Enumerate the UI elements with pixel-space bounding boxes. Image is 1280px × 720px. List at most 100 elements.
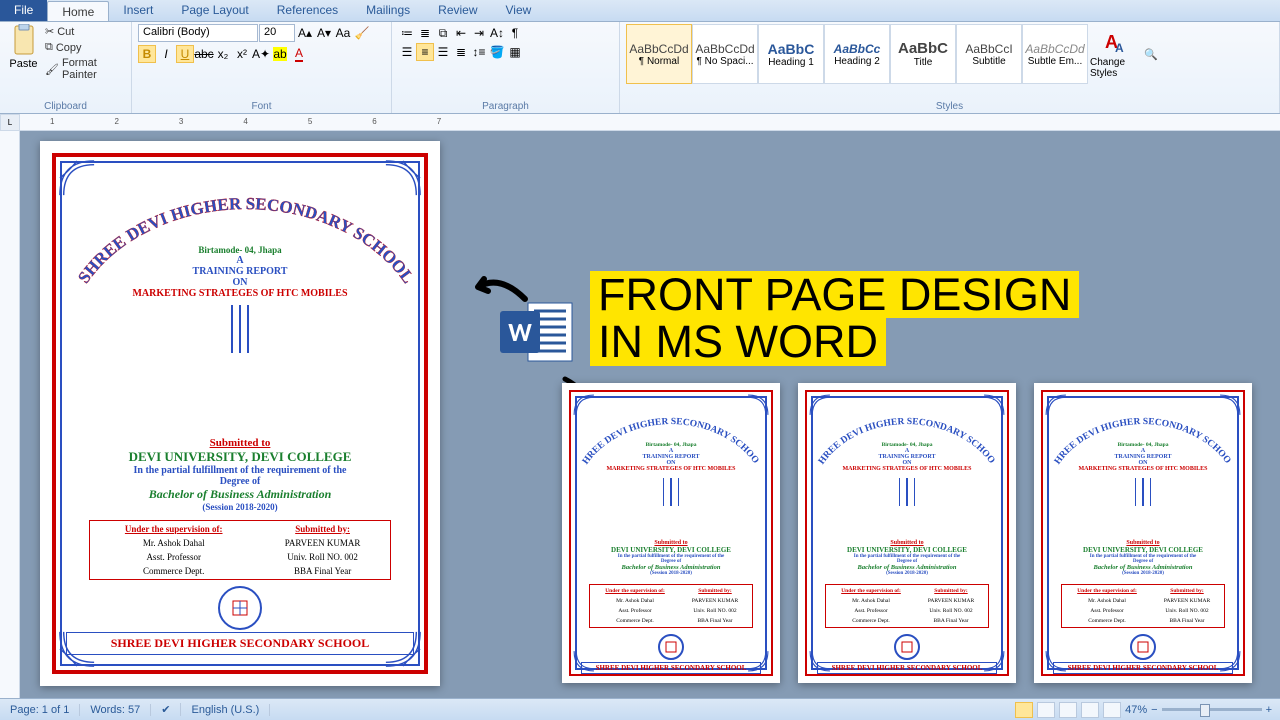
paste-button[interactable]: Paste bbox=[6, 24, 41, 82]
style-normal[interactable]: AaBbCcDd¶ Normal bbox=[626, 24, 692, 84]
document-canvas[interactable]: SHREE DEVI HIGHER SECONDARY SCHOOL Birta… bbox=[20, 131, 1280, 698]
tab-page-layout[interactable]: Page Layout bbox=[167, 0, 262, 21]
style-heading-1[interactable]: AaBbCHeading 1 bbox=[758, 24, 824, 84]
style-heading-2[interactable]: AaBbCcHeading 2 bbox=[824, 24, 890, 84]
line-spacing-button[interactable]: ↕≡ bbox=[470, 43, 488, 61]
ribbon: Paste ✂Cut ⧉Copy 🖌Format Painter Clipboa… bbox=[0, 22, 1280, 114]
subscript-button[interactable]: x₂ bbox=[214, 45, 232, 63]
view-outline-button[interactable] bbox=[1081, 702, 1099, 718]
style-subtle-emphasis[interactable]: AaBbCcDdSubtle Em... bbox=[1022, 24, 1088, 84]
align-left-button[interactable]: ☰ bbox=[398, 43, 416, 61]
status-words[interactable]: Words: 57 bbox=[80, 704, 151, 716]
zoom-out-button[interactable]: − bbox=[1151, 704, 1157, 716]
school-logo-icon bbox=[218, 586, 262, 630]
view-draft-button[interactable] bbox=[1103, 702, 1121, 718]
view-print-layout-button[interactable] bbox=[1015, 702, 1033, 718]
status-proofing[interactable]: ✔ bbox=[151, 703, 181, 716]
tab-insert[interactable]: Insert bbox=[109, 0, 167, 21]
ribbon-tabs: File Home Insert Page Layout References … bbox=[0, 0, 1280, 22]
group-paragraph: ≔ ≣ ⧉ ⇤ ⇥ A↕ ¶ ☰ ≡ ☰ ≣ ↕≡ 🪣 ▦ Paragraph bbox=[392, 22, 620, 113]
increase-indent-button[interactable]: ⇥ bbox=[470, 24, 488, 42]
font-color-button[interactable]: A bbox=[290, 45, 308, 63]
shrink-font-button[interactable]: A▾ bbox=[315, 24, 333, 42]
horizontal-ruler[interactable]: 1234567 bbox=[20, 114, 1280, 131]
group-font-label: Font bbox=[138, 99, 385, 113]
zoom-in-button[interactable]: + bbox=[1266, 704, 1272, 716]
doc-session: (Session 2018-2020) bbox=[56, 502, 424, 512]
grow-font-button[interactable]: A▴ bbox=[296, 24, 314, 42]
copy-button[interactable]: ⧉Copy bbox=[43, 40, 125, 55]
status-page[interactable]: Page: 1 of 1 bbox=[0, 704, 80, 716]
show-marks-button[interactable]: ¶ bbox=[506, 24, 524, 42]
bullets-button[interactable]: ≔ bbox=[398, 24, 416, 42]
clipboard-icon bbox=[10, 24, 38, 58]
thumbnail-3: SHREE DEVI HIGHER SECONDARY SCHOOL Birta… bbox=[1034, 383, 1252, 683]
font-family-select[interactable]: Calibri (Body) bbox=[138, 24, 258, 42]
borders-button[interactable]: ▦ bbox=[506, 43, 524, 61]
highlight-button[interactable]: ab bbox=[271, 45, 289, 63]
doc-bba: Bachelor of Business Administration bbox=[56, 487, 424, 502]
group-styles-label: Styles bbox=[626, 99, 1273, 113]
multilevel-list-button[interactable]: ⧉ bbox=[434, 24, 452, 42]
status-language[interactable]: English (U.S.) bbox=[181, 704, 270, 716]
change-case-button[interactable]: Aa bbox=[334, 24, 352, 42]
bold-button[interactable]: B bbox=[138, 45, 156, 63]
document-page[interactable]: SHREE DEVI HIGHER SECONDARY SCHOOL Birta… bbox=[40, 141, 440, 686]
find-replace-group[interactable]: 🔍 bbox=[1144, 24, 1172, 84]
tab-home[interactable]: Home bbox=[47, 1, 109, 21]
tab-review[interactable]: Review bbox=[424, 0, 491, 21]
zoom-slider[interactable] bbox=[1162, 708, 1262, 711]
doc-university: DEVI UNIVERSITY, DEVI COLLEGE bbox=[56, 449, 424, 465]
align-center-button[interactable]: ≡ bbox=[416, 43, 434, 61]
view-web-layout-button[interactable] bbox=[1059, 702, 1077, 718]
overlay-headline: FRONT PAGE DESIGN IN MS WORD bbox=[590, 271, 1079, 366]
italic-button[interactable]: I bbox=[157, 45, 175, 63]
ruler-corner: L bbox=[0, 114, 20, 131]
clear-formatting-button[interactable]: 🧹 bbox=[353, 24, 371, 42]
sort-button[interactable]: A↕ bbox=[488, 24, 506, 42]
underline-button[interactable]: U bbox=[176, 45, 194, 63]
tab-mailings[interactable]: Mailings bbox=[352, 0, 424, 21]
change-styles-button[interactable]: AA Change Styles bbox=[1090, 24, 1142, 84]
doc-on: ON bbox=[56, 277, 424, 288]
doc-degree: Degree of bbox=[56, 476, 424, 487]
group-font: Calibri (Body) 20 A▴ A▾ Aa 🧹 B I U abc x… bbox=[132, 22, 392, 113]
format-painter-button[interactable]: 🖌Format Painter bbox=[43, 56, 125, 82]
font-size-select[interactable]: 20 bbox=[259, 24, 295, 42]
numbering-button[interactable]: ≣ bbox=[416, 24, 434, 42]
group-styles: AaBbCcDd¶ Normal AaBbCcDd¶ No Spaci... A… bbox=[620, 22, 1280, 113]
status-zoom[interactable]: 47% bbox=[1125, 704, 1147, 716]
doc-marketing: MARKETING STRATEGES OF HTC MOBILES bbox=[56, 288, 424, 299]
paste-label: Paste bbox=[9, 58, 37, 70]
doc-training: TRAINING REPORT bbox=[56, 266, 424, 277]
thumbnail-1: SHREE DEVI HIGHER SECONDARY SCHOOL Birta… bbox=[562, 383, 780, 683]
style-title[interactable]: AaBbCTitle bbox=[890, 24, 956, 84]
align-right-button[interactable]: ☰ bbox=[434, 43, 452, 61]
supervision-table: Under the supervision of:Submitted by: M… bbox=[89, 520, 391, 580]
vertical-lines-icon bbox=[56, 305, 424, 353]
style-no-spacing[interactable]: AaBbCcDd¶ No Spaci... bbox=[692, 24, 758, 84]
styles-gallery[interactable]: AaBbCcDd¶ Normal AaBbCcDd¶ No Spaci... A… bbox=[626, 24, 1088, 84]
tab-view[interactable]: View bbox=[492, 0, 546, 21]
status-bar: Page: 1 of 1 Words: 57 ✔ English (U.S.) … bbox=[0, 698, 1280, 720]
tab-references[interactable]: References bbox=[263, 0, 352, 21]
style-subtitle[interactable]: AaBbCcISubtitle bbox=[956, 24, 1022, 84]
group-clipboard: Paste ✂Cut ⧉Copy 🖌Format Painter Clipboa… bbox=[0, 22, 132, 113]
scissors-icon: ✂ bbox=[45, 25, 54, 38]
strikethrough-button[interactable]: abc bbox=[195, 45, 213, 63]
thumbnail-2: SHREE DEVI HIGHER SECONDARY SCHOOL Birta… bbox=[798, 383, 1016, 683]
group-paragraph-label: Paragraph bbox=[398, 99, 613, 113]
brush-icon: 🖌 bbox=[45, 63, 59, 76]
doc-submitted: Submitted to bbox=[56, 437, 424, 449]
copy-icon: ⧉ bbox=[45, 41, 53, 54]
text-effects-button[interactable]: A✦ bbox=[252, 45, 270, 63]
cut-button[interactable]: ✂Cut bbox=[43, 24, 125, 39]
shading-button[interactable]: 🪣 bbox=[488, 43, 506, 61]
decrease-indent-button[interactable]: ⇤ bbox=[452, 24, 470, 42]
vertical-ruler[interactable] bbox=[0, 131, 20, 698]
view-full-screen-button[interactable] bbox=[1037, 702, 1055, 718]
superscript-button[interactable]: x² bbox=[233, 45, 251, 63]
justify-button[interactable]: ≣ bbox=[452, 43, 470, 61]
tab-file[interactable]: File bbox=[0, 0, 47, 21]
arrow-left-icon bbox=[470, 269, 530, 309]
